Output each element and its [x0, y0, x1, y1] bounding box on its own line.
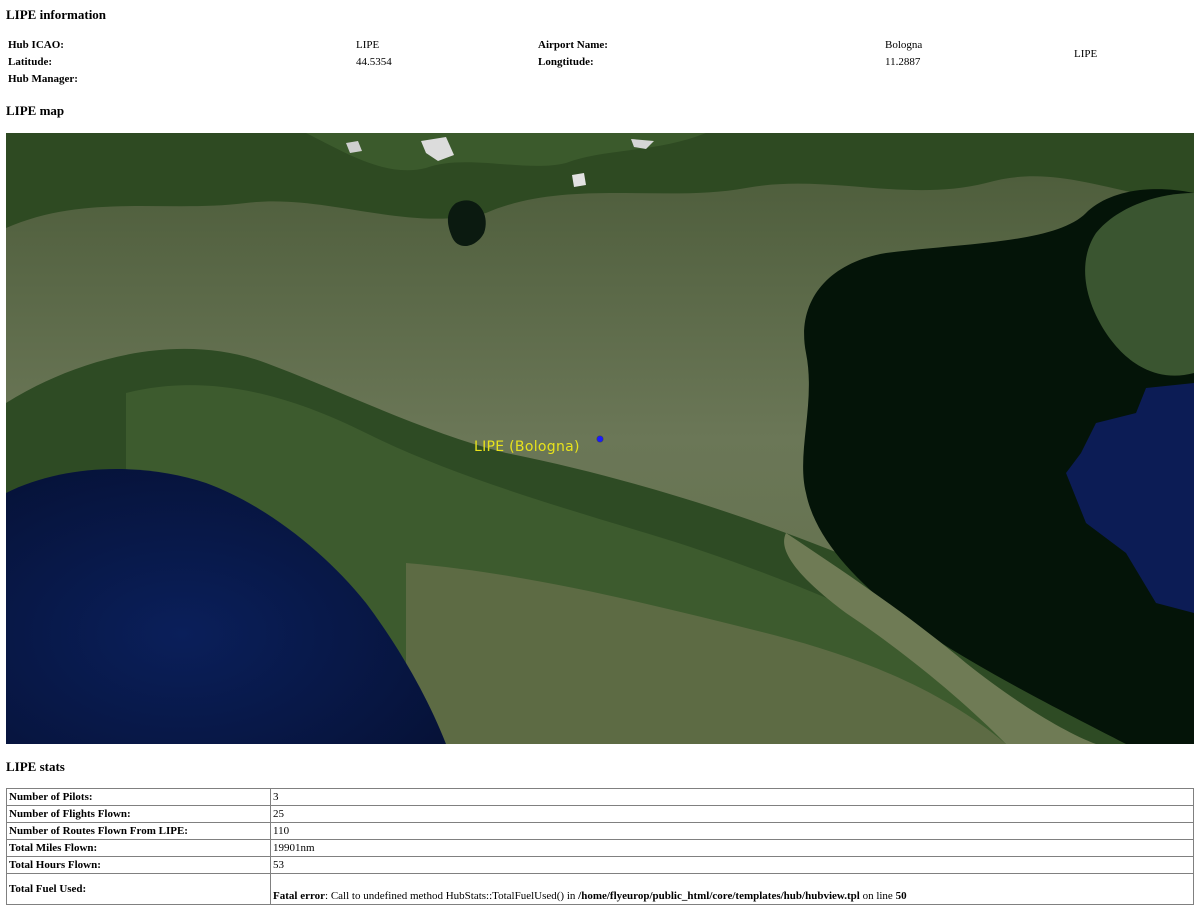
fuel-used-label: Total Fuel Used:	[6, 873, 271, 905]
table-row: Number of Flights Flown: 25	[6, 805, 1194, 823]
hub-info-table: Hub ICAO: LIPE Airport Name: Bologna Lat…	[8, 37, 1193, 89]
table-row: Number of Pilots: 3	[6, 788, 1194, 806]
airport-name-label: Airport Name:	[538, 39, 608, 51]
longitude-value: 11.2887	[885, 56, 921, 68]
table-row: Number of Routes Flown From LIPE: 110	[6, 822, 1194, 840]
hub-side-code: LIPE	[1074, 48, 1098, 60]
fuel-used-value: Fatal error: Call to undefined method Hu…	[270, 873, 1194, 905]
error-path: /home/flyeurop/public_html/core/template…	[578, 890, 860, 902]
airport-name-value: Bologna	[885, 39, 923, 51]
stat-label: Number of Flights Flown:	[6, 805, 271, 823]
stat-label: Total Miles Flown:	[6, 839, 271, 857]
stat-value: 53	[270, 856, 1194, 874]
map-heading: LIPE map	[6, 103, 65, 118]
stat-value: 25	[270, 805, 1194, 823]
table-row: Total Hours Flown: 53	[6, 856, 1194, 874]
stat-value: 110	[270, 822, 1194, 840]
stats-heading: LIPE stats	[6, 759, 65, 774]
fatal-error-message: Fatal error: Call to undefined method Hu…	[273, 890, 907, 902]
hub-stats-table: Number of Pilots: 3 Number of Flights Fl…	[6, 788, 1194, 905]
hub-manager-label: Hub Manager:	[8, 73, 78, 85]
hub-icao-value: LIPE	[356, 39, 380, 51]
hub-map[interactable]: LIPE (Bologna)	[6, 133, 1194, 744]
longitude-label: Longtitude:	[538, 56, 594, 68]
hub-icao-label: Hub ICAO:	[8, 39, 64, 51]
error-prefix: Fatal error	[273, 890, 326, 902]
stat-label: Number of Routes Flown From LIPE:	[6, 822, 271, 840]
table-row: Total Miles Flown: 19901nm	[6, 839, 1194, 857]
stat-label: Total Hours Flown:	[6, 856, 271, 874]
stat-value: 3	[270, 788, 1194, 806]
latitude-value: 44.5354	[356, 56, 392, 68]
error-line-number: 50	[895, 890, 907, 902]
error-text: : Call to undefined method HubStats::Tot…	[325, 890, 579, 902]
stat-value: 19901nm	[270, 839, 1194, 857]
table-row: Total Fuel Used: Fatal error: Call to un…	[6, 873, 1194, 905]
hub-location-marker[interactable]	[597, 436, 603, 442]
hub-map-label: LIPE (Bologna)	[474, 439, 580, 455]
error-line-text: on line	[859, 890, 896, 902]
info-heading: LIPE information	[6, 7, 107, 22]
latitude-label: Latitude:	[8, 56, 52, 68]
stat-label: Number of Pilots:	[6, 788, 271, 806]
hub-page: LIPE information Hub ICAO: LIPE Airport …	[0, 0, 1200, 909]
